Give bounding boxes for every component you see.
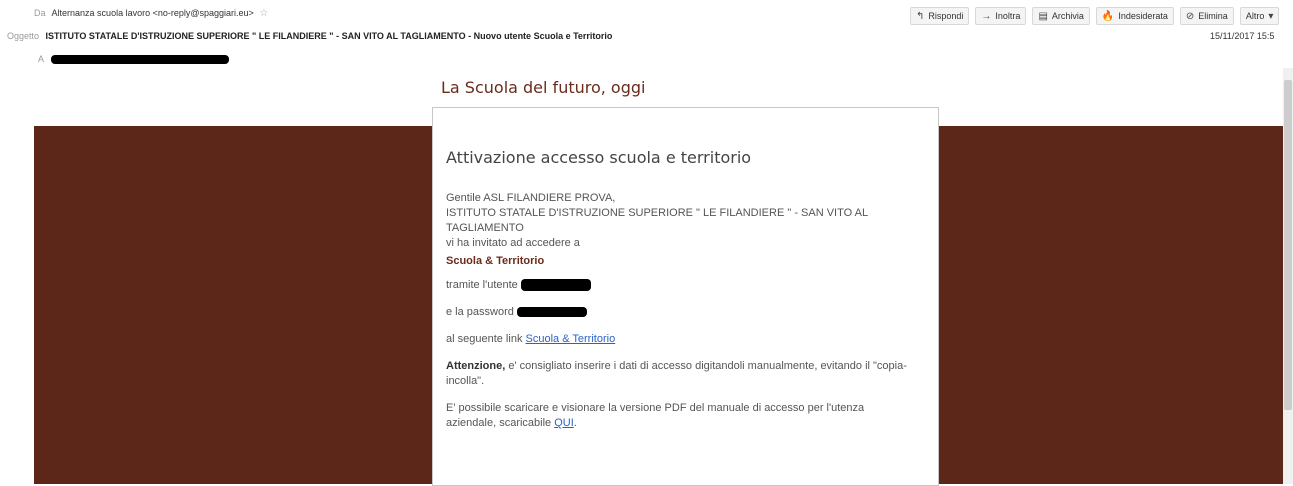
card-title: Attivazione accesso scuola e territorio xyxy=(446,148,752,167)
link-prefix: al seguente link xyxy=(446,333,523,345)
delete-label: Elimina xyxy=(1198,11,1228,21)
user-line: tramite l'utente xyxy=(446,278,916,293)
brand-name: Scuola & Territorio xyxy=(446,255,545,267)
redacted-username xyxy=(520,279,591,292)
to-row: A xyxy=(38,54,229,65)
password-line: e la password xyxy=(446,305,916,320)
archive-icon: ▤ xyxy=(1038,10,1048,22)
sender-address[interactable]: Alternanza scuola lavoro <no-reply@spagg… xyxy=(52,8,254,18)
to-label: A xyxy=(38,54,45,64)
email-card: Attivazione accesso scuola e territorio … xyxy=(432,107,939,486)
chevron-down-icon: ▾ xyxy=(1268,10,1274,22)
scrollbar-thumb[interactable] xyxy=(1284,80,1292,410)
password-label: e la password xyxy=(446,306,514,318)
warning-text: e' consigliato inserire i dati di access… xyxy=(446,360,907,387)
redacted-password xyxy=(516,307,587,318)
vertical-scrollbar[interactable] xyxy=(1283,68,1293,484)
archive-label: Archivia xyxy=(1051,11,1084,21)
redacted-recipient xyxy=(50,55,229,65)
link-line: al seguente link Scuola & Territorio xyxy=(446,332,916,347)
pdf-paragraph: E' possibile scaricare e visionare la ve… xyxy=(446,401,916,431)
card-body: Gentile ASL FILANDIERE PROVA, ISTITUTO S… xyxy=(446,191,916,431)
from-row: Da Alternanza scuola lavoro <no-reply@sp… xyxy=(34,8,268,19)
message-actions: ↰ Rispondi → Inoltra ▤ Archivia 🔥 Indesi… xyxy=(910,7,1280,25)
email-tagline: La Scuola del futuro, oggi xyxy=(441,78,646,97)
delete-icon: ⊘ xyxy=(1185,10,1195,22)
subject-label: Oggetto xyxy=(7,31,40,41)
more-button[interactable]: Altro ▾ xyxy=(1239,7,1280,25)
reply-button[interactable]: ↰ Rispondi xyxy=(910,7,970,25)
junk-button[interactable]: 🔥 Indesiderata xyxy=(1095,7,1174,25)
warning-paragraph: Attenzione, e' consigliato inserire i da… xyxy=(446,359,916,389)
forward-button[interactable]: → Inoltra xyxy=(975,7,1027,25)
pdf-link[interactable]: QUI xyxy=(554,417,574,429)
junk-icon: 🔥 xyxy=(1101,10,1115,22)
subject-row: Oggetto ISTITUTO STATALE D'ISTRUZIONE SU… xyxy=(7,31,612,41)
pdf-text: E' possibile scaricare e visionare la ve… xyxy=(446,402,865,429)
reply-icon: ↰ xyxy=(916,10,925,22)
message-date: 15/11/2017 15:5 xyxy=(1210,31,1275,41)
junk-label: Indesiderata xyxy=(1118,11,1168,21)
email-header: Da Alternanza scuola lavoro <no-reply@sp… xyxy=(0,0,1293,68)
invite-text: vi ha invitato ad accedere a xyxy=(446,237,580,249)
scuola-territorio-link[interactable]: Scuola & Territorio xyxy=(526,333,616,345)
more-label: Altro xyxy=(1245,11,1265,21)
reply-label: Rispondi xyxy=(928,11,964,21)
forward-icon: → xyxy=(981,10,992,22)
from-label: Da xyxy=(34,8,46,18)
warning-strong: Attenzione, xyxy=(446,360,506,372)
star-icon[interactable]: ☆ xyxy=(259,8,268,19)
institute-name: ISTITUTO STATALE D'ISTRUZIONE SUPERIORE … xyxy=(446,207,868,234)
delete-button[interactable]: ⊘ Elimina xyxy=(1179,7,1234,25)
archive-button[interactable]: ▤ Archivia xyxy=(1032,7,1090,25)
forward-label: Inoltra xyxy=(995,11,1021,21)
pdf-end: . xyxy=(573,417,577,429)
greeting: Gentile ASL FILANDIERE PROVA, xyxy=(446,192,616,204)
subject-text: ISTITUTO STATALE D'ISTRUZIONE SUPERIORE … xyxy=(45,31,613,41)
user-label: tramite l'utente xyxy=(446,279,518,291)
